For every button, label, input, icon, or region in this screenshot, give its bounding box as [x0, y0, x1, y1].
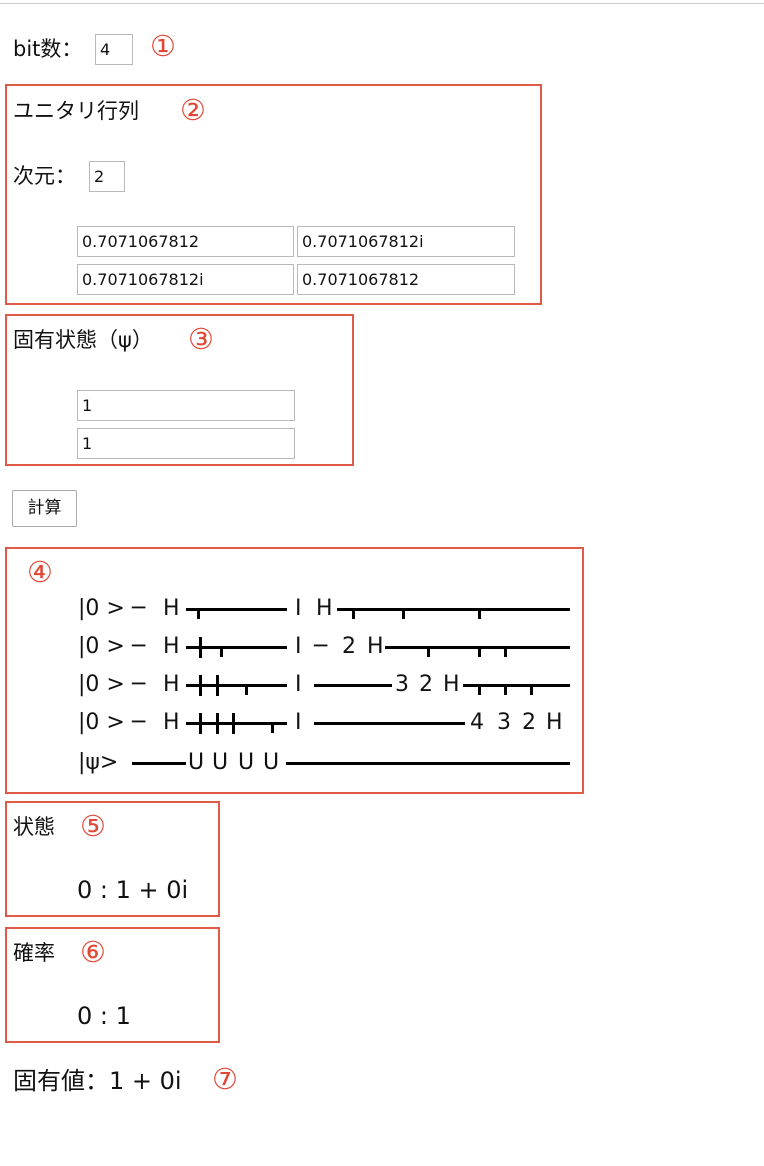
circuit-row-4-wire-1: [286, 762, 570, 765]
circuit-row-3-prefix: |0 >: [78, 710, 125, 735]
circuit-row-2-token-5: H: [443, 672, 460, 697]
circuit-row-1-token-2: I: [295, 634, 302, 659]
circuit-row-2-tick-1: [478, 684, 481, 695]
bits-label: bit数：: [13, 37, 83, 61]
circuit-row-1-token-3: ─: [314, 634, 328, 659]
circuit-row-0-wire-0: [186, 608, 287, 611]
circuit-row-0-tick-3: [478, 608, 481, 619]
probability-result: 0 : 1: [77, 1002, 131, 1030]
circuit-row-1-tick-1: [427, 646, 430, 657]
circuit-row-1-token-0: ─: [132, 634, 146, 659]
circuit-row-2-control-line-1: [216, 675, 219, 696]
circuit-row-1-prefix: |0 >: [78, 634, 125, 659]
circuit-row-2-token-2: I: [295, 672, 302, 697]
circuit-row-1-tick-2: [478, 646, 481, 657]
marker-4: ④: [27, 555, 53, 589]
circuit-row-2-wire-1: [314, 684, 392, 687]
circuit-row-4-token-0: U: [188, 750, 205, 775]
circuit-row-3-tick-0: [271, 722, 274, 733]
marker-2: ②: [180, 93, 206, 127]
matrix-cell-1-0[interactable]: [77, 264, 294, 295]
circuit-row-1-token-4: 2: [342, 634, 356, 659]
circuit-row-3-token-6: H: [546, 710, 563, 735]
circuit-row-3-wire-1: [314, 722, 465, 725]
circuit-row-0-tick-2: [402, 608, 405, 619]
circuit-row-2-tick-0: [245, 684, 248, 695]
circuit-row-2-tick-2: [504, 684, 507, 695]
circuit-row-2-prefix: |0 >: [78, 672, 125, 697]
circuit-row-0-tick-1: [352, 608, 355, 619]
circuit-row-4-wire-0: [132, 762, 186, 765]
circuit-row-3-control-line-1: [216, 713, 219, 734]
circuit-row-2-token-4: 2: [419, 672, 433, 697]
circuit-row-4-token-2: U: [238, 750, 255, 775]
marker-5: ⑤: [80, 809, 106, 843]
state-title: 状態: [13, 815, 55, 839]
circuit-row-3-token-3: 4: [470, 710, 484, 735]
circuit-row-0-token-1: H: [163, 596, 180, 621]
marker-3: ③: [188, 322, 214, 356]
matrix-cell-0-1[interactable]: [297, 226, 515, 257]
circuit-row-2-token-1: H: [163, 672, 180, 697]
calculate-button[interactable]: 計算: [12, 490, 77, 527]
matrix-cell-1-1[interactable]: [297, 264, 515, 295]
circuit-row-0-wire-1: [337, 608, 570, 611]
circuit-row-0-token-0: ─: [132, 596, 146, 621]
dimension-label: 次元：: [13, 164, 76, 188]
circuit-row-4-token-1: U: [212, 750, 229, 775]
eigenstate-input-0[interactable]: [77, 390, 295, 421]
circuit-row-2-tick-3: [530, 684, 533, 695]
circuit-row-4-token-3: U: [263, 750, 280, 775]
circuit-row-2-token-3: 3: [395, 672, 409, 697]
circuit-row-3-token-1: H: [163, 710, 180, 735]
probability-title: 確率: [13, 941, 55, 965]
circuit-row-3-token-0: ─: [132, 710, 146, 735]
eigenstate-title: 固有状態（ψ）: [13, 328, 153, 352]
circuit-row-2-token-0: ─: [132, 672, 146, 697]
state-result: 0 : 1 + 0i: [77, 876, 189, 904]
bits-input[interactable]: [95, 34, 133, 65]
circuit-row-0-token-3: H: [316, 596, 333, 621]
eigenstate-input-1[interactable]: [77, 428, 295, 459]
eigenvalue-text: 固有値：1 + 0i: [13, 1067, 182, 1095]
circuit-row-3-control-line-0: [199, 713, 202, 734]
matrix-cell-0-0[interactable]: [77, 226, 294, 257]
circuit-row-3-token-5: 2: [522, 710, 536, 735]
circuit-row-0-token-2: I: [295, 596, 302, 621]
circuit-row-3-token-4: 3: [497, 710, 511, 735]
circuit-row-1-tick-0: [220, 646, 223, 657]
unitary-title: ユニタリ行列: [13, 99, 139, 123]
marker-7: ⑦: [212, 1062, 238, 1096]
circuit-row-1-control-line-0: [199, 637, 202, 658]
marker-6: ⑥: [80, 935, 106, 969]
circuit-row-0-tick-0: [197, 608, 200, 619]
circuit-row-3-control-line-2: [232, 713, 235, 734]
circuit-row-1-token-1: H: [163, 634, 180, 659]
circuit-row-0-prefix: |0 >: [78, 596, 125, 621]
marker-1: ①: [150, 29, 176, 63]
top-divider: [0, 3, 764, 4]
circuit-row-4-prefix: |ψ>: [78, 750, 119, 775]
circuit-row-1-tick-3: [504, 646, 507, 657]
dimension-input[interactable]: [89, 161, 125, 192]
circuit-row-2-control-line-0: [199, 675, 202, 696]
circuit-row-1-token-5: H: [367, 634, 384, 659]
circuit-row-3-token-2: I: [295, 710, 302, 735]
